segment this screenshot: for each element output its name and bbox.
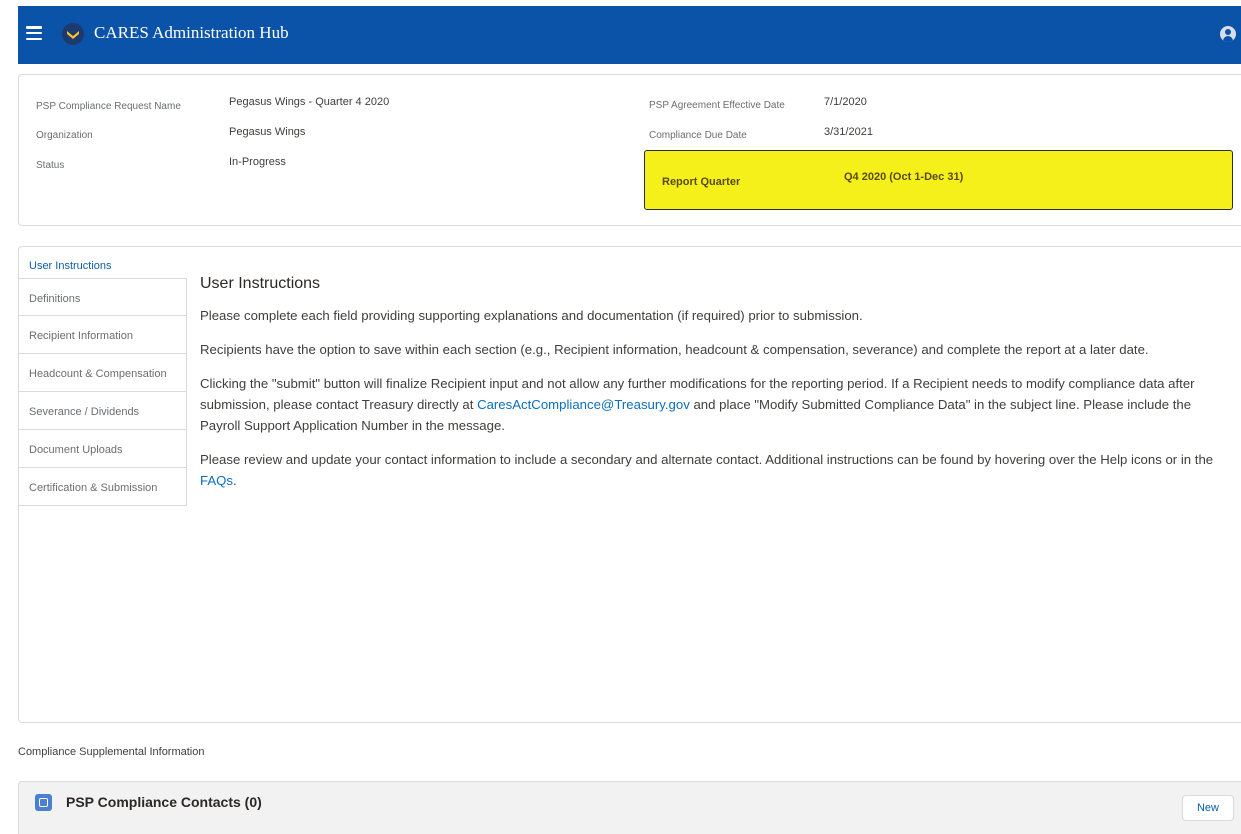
nav-item-user-instructions[interactable]: User Instructions bbox=[19, 247, 187, 278]
instructions-content: User Instructions Please complete each f… bbox=[200, 275, 1230, 504]
instructions-paragraph-2: Recipients have the option to save withi… bbox=[200, 342, 1149, 357]
contact-list-icon bbox=[35, 794, 52, 811]
report-quarter-label: Report Quarter bbox=[662, 176, 741, 188]
nav-item-severance-dividends[interactable]: Severance / Dividends bbox=[19, 392, 187, 430]
field-label-effective-date: PSP Agreement Effective Date bbox=[649, 100, 785, 111]
app-title: CARES Administration Hub bbox=[94, 23, 289, 42]
instructions-paragraph-1: Please complete each field providing sup… bbox=[200, 308, 863, 323]
compliance-contacts-related-list: PSP Compliance Contacts (0) New bbox=[18, 781, 1241, 834]
global-header: CARES Administration Hub bbox=[18, 6, 1241, 64]
field-label-due-date: Compliance Due Date bbox=[649, 130, 747, 141]
field-label-request-name: PSP Compliance Request Name bbox=[36, 101, 181, 112]
instructions-paragraph-4: Please review and update your contact in… bbox=[200, 449, 1230, 491]
section-nav: User Instructions Definitions Recipient … bbox=[19, 247, 187, 506]
nav-item-recipient-information[interactable]: Recipient Information bbox=[19, 316, 187, 354]
nav-item-definitions[interactable]: Definitions bbox=[19, 278, 187, 316]
p4-text-before: Please review and update your contact in… bbox=[200, 452, 1214, 467]
field-value-due-date: 3/31/2021 bbox=[824, 126, 873, 138]
field-value-effective-date: 7/1/2020 bbox=[824, 96, 867, 108]
nav-item-certification-submission[interactable]: Certification & Submission bbox=[19, 468, 187, 506]
nav-item-headcount-compensation[interactable]: Headcount & Compensation bbox=[19, 354, 187, 392]
field-value-organization: Pegasus Wings bbox=[229, 126, 306, 138]
field-value-request-name: Pegasus Wings - Quarter 4 2020 bbox=[229, 96, 390, 108]
field-value-status: In-Progress bbox=[229, 156, 286, 168]
field-label-status: Status bbox=[36, 160, 65, 171]
app-logo-icon bbox=[62, 23, 84, 45]
instructions-paragraph-3: Clicking the "submit" button will finali… bbox=[200, 373, 1230, 436]
field-label-organization: Organization bbox=[36, 130, 93, 141]
supplemental-section-title: Compliance Supplemental Information bbox=[18, 746, 205, 758]
p4-text-after: . bbox=[232, 473, 237, 488]
instructions-title: User Instructions bbox=[200, 275, 321, 292]
treasury-email-link[interactable]: CaresActCompliance@Treasury.gov bbox=[477, 397, 690, 412]
user-avatar-icon[interactable] bbox=[1220, 26, 1236, 42]
new-contact-button[interactable]: New bbox=[1182, 795, 1234, 821]
nav-item-document-uploads[interactable]: Document Uploads bbox=[19, 430, 187, 468]
report-quarter-highlight: Report Quarter Q4 2020 (Oct 1-Dec 31) bbox=[644, 150, 1233, 210]
hamburger-menu-icon[interactable] bbox=[26, 26, 42, 41]
faqs-link[interactable]: FAQs bbox=[200, 473, 233, 488]
instructions-card: User Instructions Definitions Recipient … bbox=[18, 246, 1241, 723]
related-list-title[interactable]: PSP Compliance Contacts (0) bbox=[66, 794, 262, 810]
record-detail-card: PSP Compliance Request Name Pegasus Wing… bbox=[18, 74, 1241, 226]
report-quarter-value: Q4 2020 (Oct 1-Dec 31) bbox=[844, 171, 964, 183]
